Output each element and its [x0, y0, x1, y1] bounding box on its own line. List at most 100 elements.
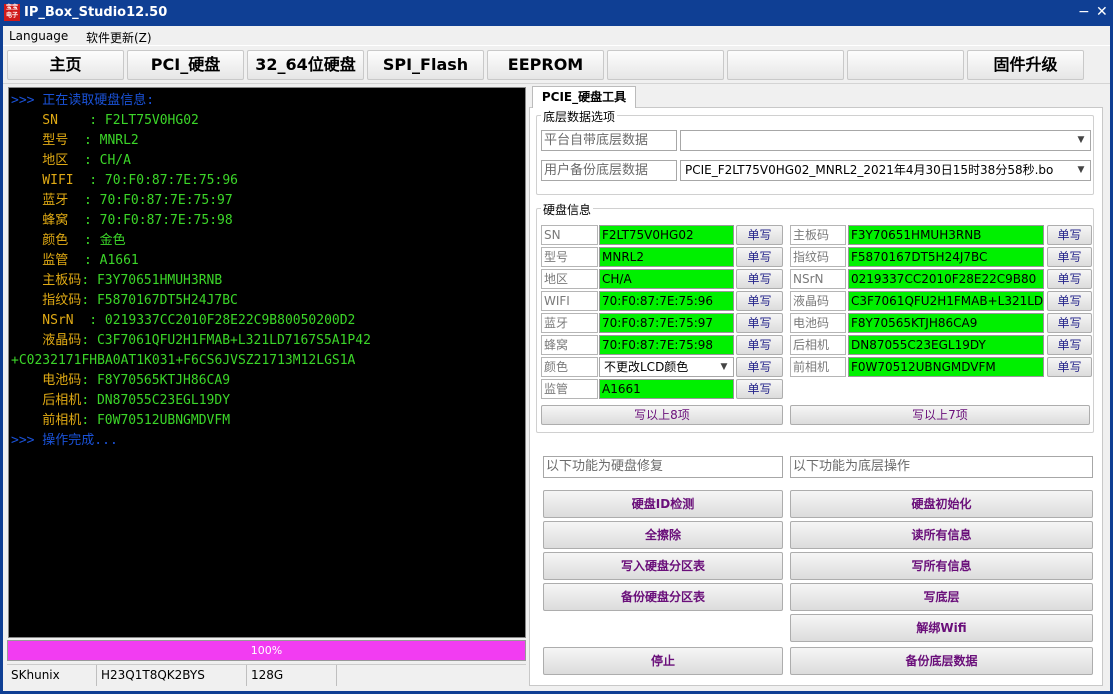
disk-info-value-field[interactable]: F2LT75V0HG02: [599, 225, 734, 245]
console-line: 型号 : MNRL2: [11, 131, 525, 151]
low-level-function-button[interactable]: 写底层: [790, 583, 1093, 611]
repair-function-button[interactable]: 写入硬盘分区表: [543, 552, 783, 580]
client-area: Language 软件更新(Z) 主页 PCI_硬盘 32_64位硬盘 SPI_…: [3, 26, 1110, 691]
console-line: 蓝牙 : 70:F0:87:7E:75:97: [11, 191, 525, 211]
single-write-button[interactable]: 单写: [1047, 225, 1092, 245]
write-7-items-button[interactable]: 写以上7项: [790, 405, 1090, 425]
low-level-function-button[interactable]: 硬盘初始化: [790, 490, 1093, 518]
tab-home[interactable]: 主页: [7, 50, 124, 80]
console-line: 地区 : CH/A: [11, 151, 525, 171]
disk-info-group-label: 硬盘信息: [541, 201, 594, 218]
single-write-button[interactable]: 单写: [1047, 291, 1092, 311]
console-key: 型号: [11, 133, 84, 148]
disk-info-value-field[interactable]: C3F7061QFU2H1FMAB+L321LD: [848, 291, 1044, 311]
lcd-color-select[interactable]: 不更改LCD颜色 ▼: [599, 357, 734, 377]
console-key: 电池码: [11, 373, 82, 388]
console-value: : F3Y70651HMUH3RNB: [81, 273, 223, 288]
chevron-down-icon: ▼: [716, 359, 732, 376]
disk-info-label: SN: [541, 225, 598, 245]
repair-function-button[interactable]: 全擦除: [543, 521, 783, 549]
low-level-function-button[interactable]: 读所有信息: [790, 521, 1093, 549]
single-write-button[interactable]: 单写: [736, 379, 783, 399]
repair-functions-header: 以下功能为硬盘修复: [543, 456, 783, 478]
disk-info-value-field[interactable]: MNRL2: [599, 247, 734, 267]
disk-info-label: NSrN: [790, 269, 846, 289]
disk-info-value-field[interactable]: F8Y70565KTJH86CA9: [848, 313, 1044, 333]
disk-info-label: 指纹码: [790, 247, 846, 267]
tab-pcie-disk-tool[interactable]: PCIE_硬盘工具: [532, 86, 636, 108]
progress-label: 100%: [250, 644, 283, 657]
console-value: : A1661: [83, 253, 139, 268]
single-write-button[interactable]: 单写: [1047, 269, 1092, 289]
disk-info-value-field[interactable]: F0W70512UBNGMDVFM: [848, 357, 1044, 377]
single-write-button[interactable]: 单写: [1047, 313, 1092, 333]
single-write-button[interactable]: 单写: [736, 269, 783, 289]
progress-bar: 100%: [7, 640, 526, 661]
disk-info-label: WIFI: [541, 291, 598, 311]
disk-info-label: 前相机: [790, 357, 846, 377]
status-vendor: SKhunix: [7, 665, 97, 686]
disk-info-value-field[interactable]: CH/A: [599, 269, 734, 289]
disk-info-value-field[interactable]: F3Y70651HMUH3RNB: [848, 225, 1044, 245]
repair-function-button[interactable]: 硬盘ID检测: [543, 490, 783, 518]
disk-info-value-field[interactable]: F5870167DT5H24J7BC: [848, 247, 1044, 267]
tab-firmware-upgrade[interactable]: 固件升级: [967, 50, 1084, 80]
menu-language[interactable]: Language: [9, 29, 68, 43]
disk-info-label: 颜色: [541, 357, 598, 377]
title-bar[interactable]: 宝宝 电子 IP_Box_Studio12.50 − ✕: [0, 0, 1113, 26]
console-line-text: >>> 正在读取硬盘信息:: [11, 93, 155, 108]
single-write-button[interactable]: 单写: [736, 335, 783, 355]
single-write-button[interactable]: 单写: [736, 313, 783, 333]
disk-info-value-field[interactable]: 0219337CC2010F28E22C9B80: [848, 269, 1044, 289]
menu-software-update[interactable]: 软件更新(Z): [86, 29, 152, 46]
repair-function-button[interactable]: 停止: [543, 647, 783, 675]
tab-empty-2[interactable]: [727, 50, 844, 80]
single-write-button[interactable]: 单写: [736, 357, 783, 377]
close-icon[interactable]: ✕: [1096, 4, 1108, 20]
repair-function-button[interactable]: 备份硬盘分区表: [543, 583, 783, 611]
console-key: SN: [11, 113, 90, 128]
single-write-button[interactable]: 单写: [1047, 247, 1092, 267]
low-level-function-button[interactable]: 写所有信息: [790, 552, 1093, 580]
disk-info-value-field[interactable]: 70:F0:87:7E:75:98: [599, 335, 734, 355]
low-level-function-button[interactable]: 解绑Wifi: [790, 614, 1093, 642]
platform-data-select[interactable]: ▼: [680, 130, 1091, 151]
console-value: : C3F7061QFU2H1FMAB+L321LD7167S5A1P42: [81, 333, 371, 348]
console-key: 颜色: [11, 233, 84, 248]
backup-data-select[interactable]: PCIE_F2LT75V0HG02_MNRL2_2021年4月30日15时38分…: [680, 160, 1091, 181]
single-write-button[interactable]: 单写: [736, 225, 783, 245]
single-write-button[interactable]: 单写: [1047, 357, 1092, 377]
console-value: : F2LT75V0HG02: [89, 113, 199, 128]
minimize-icon[interactable]: −: [1078, 4, 1090, 20]
tab-empty-3[interactable]: [847, 50, 964, 80]
log-console[interactable]: >>> 正在读取硬盘信息: SN : F2LT75V0HG02 型号 : MNR…: [8, 87, 526, 638]
disk-info-value-field[interactable]: A1661: [599, 379, 734, 399]
tab-pci-disk[interactable]: PCI_硬盘: [127, 50, 244, 80]
console-value: : 金色: [83, 233, 126, 248]
disk-info-label: 电池码: [790, 313, 846, 333]
console-key: 前相机: [11, 413, 82, 428]
single-write-button[interactable]: 单写: [1047, 335, 1092, 355]
console-value: : F8Y70565KTJH86CA9: [81, 373, 231, 388]
single-write-button[interactable]: 单写: [736, 247, 783, 267]
backup-data-label: 用户备份底层数据: [541, 160, 677, 181]
status-serial: H23Q1T8QK2BYS: [97, 665, 247, 686]
single-write-button[interactable]: 单写: [736, 291, 783, 311]
tab-eeprom[interactable]: EEPROM: [487, 50, 604, 80]
disk-info-value-field[interactable]: 70:F0:87:7E:75:96: [599, 291, 734, 311]
pcie-tool-panel: PCIE_硬盘工具 底层数据选项 平台自带底层数据 ▼ 用户备份底层数据 PCI…: [529, 86, 1107, 688]
console-line: 监管 : A1661: [11, 251, 525, 271]
console-line: 后相机: DN87055C23EGL19DY: [11, 391, 525, 411]
console-key: 液晶码: [11, 333, 82, 348]
tab-32-64-disk[interactable]: 32_64位硬盘: [247, 50, 364, 80]
disk-info-value-field[interactable]: 70:F0:87:7E:75:97: [599, 313, 734, 333]
console-line: >>> 正在读取硬盘信息:: [11, 91, 525, 111]
tab-spi-flash[interactable]: SPI_Flash: [367, 50, 484, 80]
tab-empty-1[interactable]: [607, 50, 724, 80]
low-level-function-button[interactable]: 备份底层数据: [790, 647, 1093, 675]
console-value: : CH/A: [83, 153, 131, 168]
write-8-items-button[interactable]: 写以上8项: [541, 405, 783, 425]
console-key: 蜂窝: [11, 213, 84, 228]
console-value: : 70:F0:87:7E:75:98: [83, 213, 233, 228]
disk-info-value-field[interactable]: DN87055C23EGL19DY: [848, 335, 1044, 355]
